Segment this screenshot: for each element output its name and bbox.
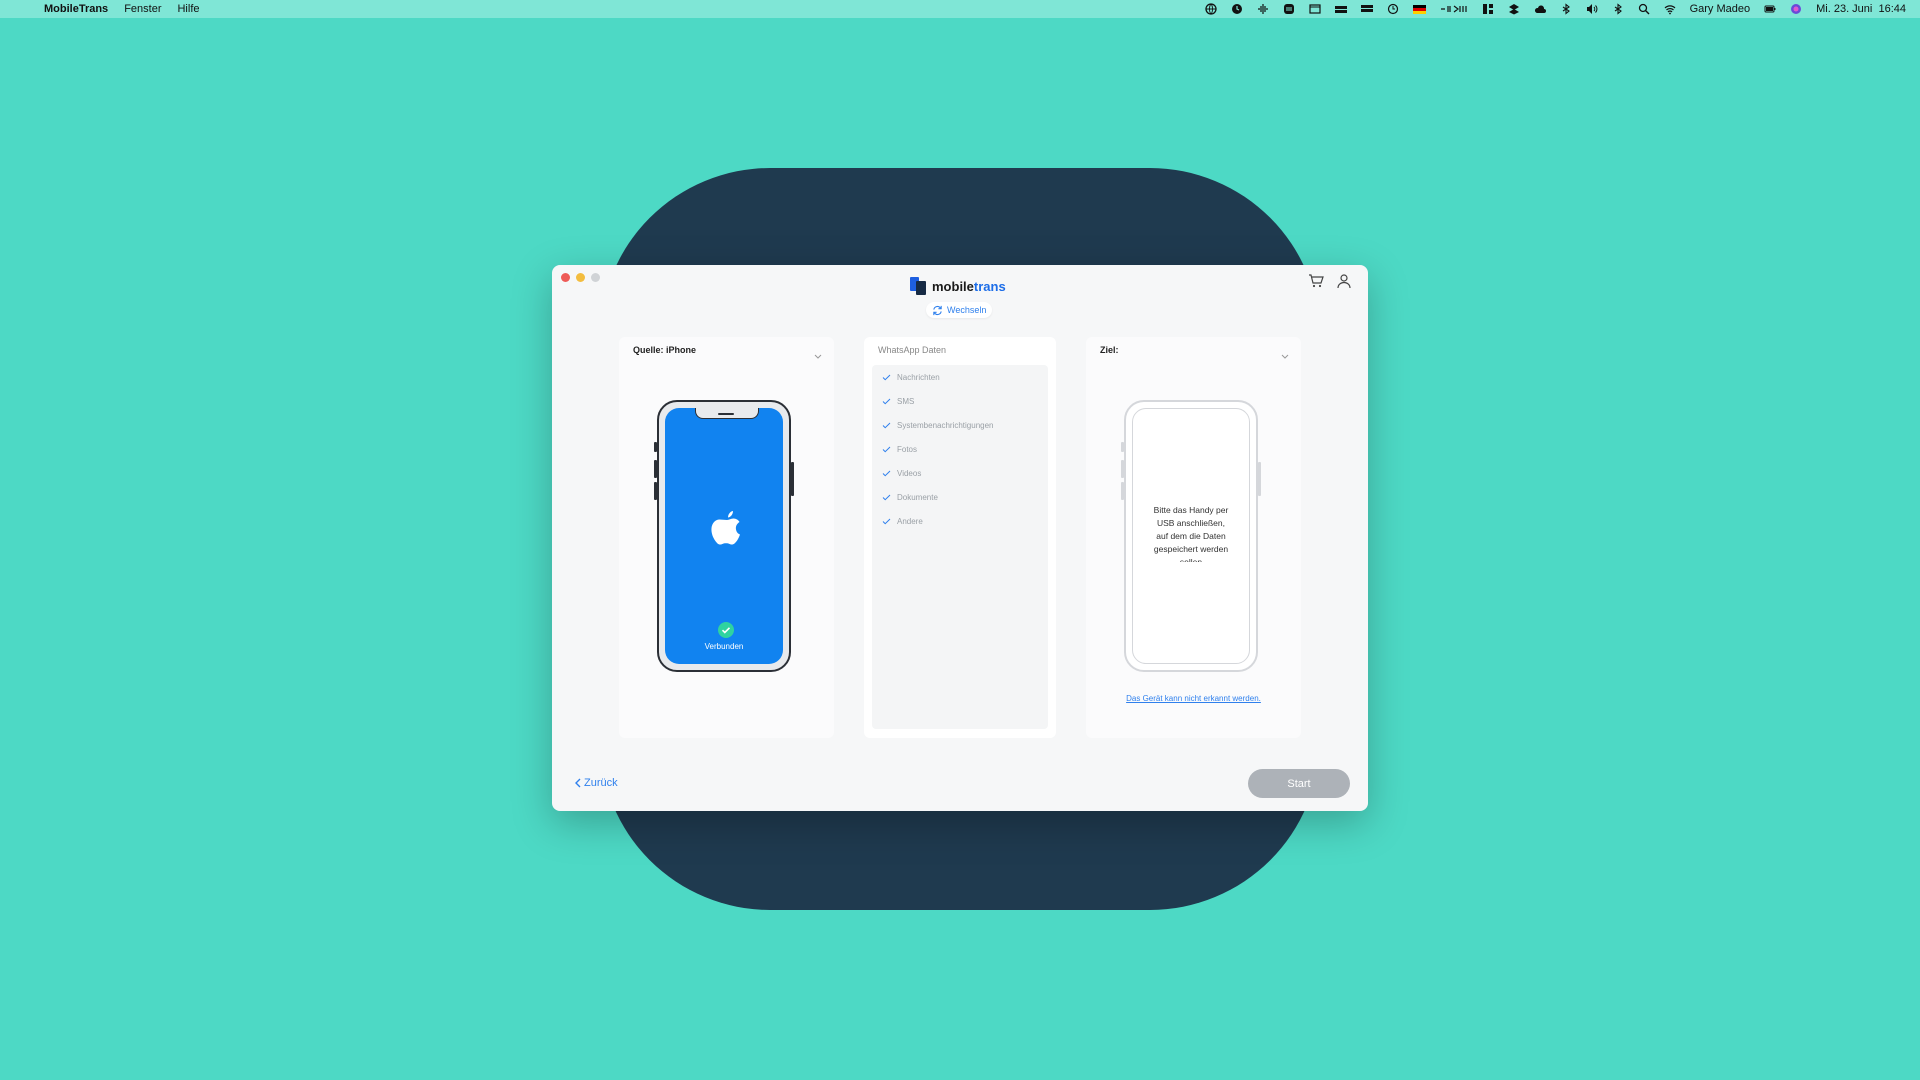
drive-icon[interactable] bbox=[1334, 3, 1347, 15]
data-item-nachrichten[interactable]: Nachrichten bbox=[882, 373, 940, 382]
german-flag-icon[interactable] bbox=[1412, 4, 1426, 14]
data-item-label: Fotos bbox=[897, 445, 918, 454]
source-title: Quelle: iPhone bbox=[633, 345, 696, 355]
brand-name: mobiletrans bbox=[932, 279, 1006, 294]
data-item-andere[interactable]: Andere bbox=[882, 517, 923, 526]
close-window-button[interactable] bbox=[561, 273, 570, 282]
connected-check-icon bbox=[718, 622, 734, 638]
menu-fenster[interactable]: Fenster bbox=[124, 3, 161, 15]
target-panel: Ziel: Bitte das Handy per USB anschließe… bbox=[1086, 337, 1301, 738]
check-icon bbox=[882, 518, 891, 525]
mobiletrans-logo-icon bbox=[910, 277, 926, 295]
source-title-label: Quelle: bbox=[633, 345, 664, 355]
data-item-label: SMS bbox=[897, 397, 915, 406]
stack-icon[interactable] bbox=[1283, 3, 1295, 15]
target-phone-placeholder: Bitte das Handy per USB anschließen, auf… bbox=[1121, 400, 1261, 672]
battery-icon[interactable] bbox=[1764, 3, 1776, 15]
bluetooth2-icon[interactable] bbox=[1612, 3, 1624, 15]
data-item-sms[interactable]: SMS bbox=[882, 397, 914, 406]
audio-icon[interactable] bbox=[1257, 3, 1269, 15]
source-phone-screen: Verbunden bbox=[665, 408, 783, 664]
search-icon[interactable] bbox=[1638, 3, 1650, 15]
data-type-list: Nachrichten SMS Systembenachrichtigungen… bbox=[872, 365, 1048, 729]
back-button[interactable]: Zurück bbox=[574, 777, 618, 789]
siri-icon[interactable] bbox=[1790, 3, 1802, 15]
data-item-dokumente[interactable]: Dokumente bbox=[882, 493, 938, 502]
menu-hilfe[interactable]: Hilfe bbox=[177, 3, 199, 15]
check-icon bbox=[882, 422, 891, 429]
target-title-label: Ziel: bbox=[1100, 345, 1119, 355]
connect-instruction: Bitte das Handy per USB anschließen, auf… bbox=[1153, 505, 1229, 562]
cloud-icon[interactable] bbox=[1534, 3, 1546, 15]
connection-status: Verbunden bbox=[704, 642, 744, 651]
data-item-videos[interactable]: Videos bbox=[882, 469, 921, 478]
globe-icon[interactable] bbox=[1204, 3, 1217, 15]
check-icon bbox=[882, 494, 891, 501]
data-item-systembenachrichtigungen[interactable]: Systembenachrichtigungen bbox=[882, 421, 994, 430]
target-dropdown-chevron-icon[interactable] bbox=[1281, 347, 1289, 359]
wifi-icon[interactable] bbox=[1664, 3, 1676, 15]
time-machine-icon[interactable] bbox=[1387, 3, 1399, 15]
data-item-label: Nachrichten bbox=[897, 373, 940, 382]
cart-icon[interactable] bbox=[1308, 273, 1324, 289]
apple-logo-icon bbox=[711, 511, 740, 545]
source-device-name: iPhone bbox=[666, 345, 697, 355]
zoom-window-button[interactable] bbox=[591, 273, 600, 282]
user-account-icon[interactable] bbox=[1336, 273, 1352, 289]
app-logo: mobiletrans bbox=[910, 277, 1006, 295]
check-icon bbox=[882, 446, 891, 453]
source-phone: Verbunden bbox=[654, 400, 794, 672]
minimize-window-button[interactable] bbox=[576, 273, 585, 282]
check-icon bbox=[882, 374, 891, 381]
source-panel: Quelle: iPhone Verbunden bbox=[619, 337, 834, 738]
grid-icon[interactable] bbox=[1482, 3, 1494, 15]
control-icon[interactable] bbox=[1440, 3, 1468, 15]
check-icon bbox=[882, 470, 891, 477]
swap-icon bbox=[933, 305, 942, 315]
switch-label: Wechseln bbox=[947, 305, 987, 315]
window-icon[interactable] bbox=[1308, 3, 1321, 15]
app-window: mobiletrans Wechseln Quelle: iPhone Verb… bbox=[552, 265, 1368, 811]
data-panel: WhatsApp Daten Nachrichten SMS Systemben… bbox=[864, 337, 1056, 738]
switch-direction-button[interactable]: Wechseln bbox=[926, 302, 993, 318]
data-item-label: Andere bbox=[897, 517, 923, 526]
clock-datetime[interactable]: Mi. 23. Juni 16:44 bbox=[1816, 3, 1906, 15]
source-dropdown-chevron-icon[interactable] bbox=[814, 347, 822, 359]
brand-accent: trans bbox=[973, 278, 1006, 294]
dropbox-icon[interactable] bbox=[1508, 3, 1520, 15]
back-label: Zurück bbox=[584, 777, 618, 789]
check-icon bbox=[882, 398, 891, 405]
start-button[interactable]: Start bbox=[1248, 769, 1350, 798]
clock-icon[interactable] bbox=[1231, 3, 1243, 15]
menu-app-name[interactable]: MobileTrans bbox=[44, 3, 108, 15]
device-not-recognized-link[interactable]: Das Gerät kann nicht erkannt werden. bbox=[1086, 694, 1301, 703]
user-name[interactable]: Gary Madeo bbox=[1690, 3, 1751, 15]
volume-icon[interactable] bbox=[1586, 3, 1598, 15]
window-controls bbox=[561, 273, 600, 282]
bluetooth-icon[interactable] bbox=[1560, 3, 1572, 15]
data-item-label: Dokumente bbox=[897, 493, 938, 502]
chevron-left-icon bbox=[575, 778, 581, 788]
data-item-fotos[interactable]: Fotos bbox=[882, 445, 917, 454]
data-title: WhatsApp Daten bbox=[878, 345, 947, 355]
brand-main: mobile bbox=[932, 278, 974, 294]
data-item-label: Systembenachrichtigungen bbox=[897, 421, 994, 430]
data-item-label: Videos bbox=[897, 469, 922, 478]
target-title: Ziel: bbox=[1100, 345, 1119, 355]
drive2-icon[interactable] bbox=[1360, 3, 1373, 15]
menu-bar: MobileTrans Fenster Hilfe Gary Madeo Mi.… bbox=[0, 0, 1920, 18]
header-actions bbox=[1308, 273, 1352, 289]
